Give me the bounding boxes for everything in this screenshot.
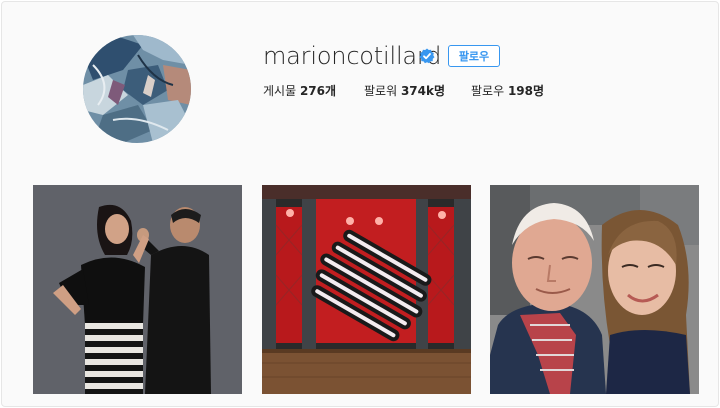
post-thumbnail[interactable] (490, 185, 699, 394)
post-image-selfie (490, 185, 699, 394)
profile-page: marioncotillard 팔로우 게시물 276개 팔로워 374k명 팔… (1, 1, 719, 407)
stat-followers[interactable]: 팔로워 374k명 (364, 82, 445, 99)
profile-username: marioncotillard (263, 42, 442, 70)
verified-badge-icon (419, 48, 435, 64)
post-image-couple (33, 185, 242, 394)
follow-button[interactable]: 팔로우 (448, 45, 500, 67)
stat-following-value: 198명 (507, 84, 545, 98)
post-thumbnail[interactable] (262, 185, 471, 394)
post-thumbnail[interactable] (33, 185, 242, 394)
post-image-stage (262, 185, 471, 394)
stat-followers-label: 팔로워 (364, 84, 398, 98)
stat-posts-label: 게시물 (263, 84, 297, 98)
stat-following-label: 팔로우 (471, 84, 505, 98)
stat-following[interactable]: 팔로우 198명 (471, 82, 544, 99)
stat-followers-value: 374k명 (400, 84, 446, 98)
stat-posts: 게시물 276개 (263, 82, 336, 99)
profile-avatar[interactable] (83, 35, 191, 143)
stat-posts-value: 276개 (299, 84, 337, 98)
